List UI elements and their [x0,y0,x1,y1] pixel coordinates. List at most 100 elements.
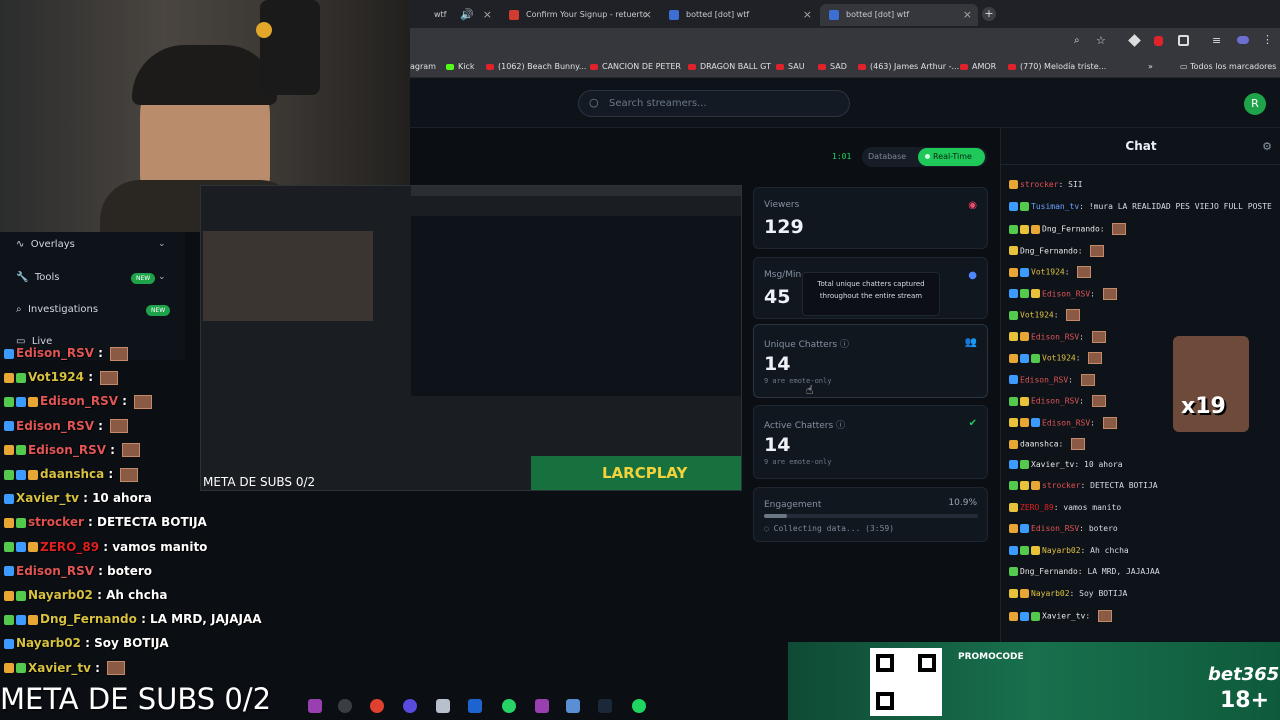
calculator-icon[interactable] [436,699,450,713]
chevron-down-icon[interactable]: ⌄ [158,239,166,249]
app-icon[interactable] [566,699,580,713]
mode-database-button[interactable]: Database [868,152,906,161]
age-rating: 18+ [1220,688,1270,713]
new-tab-button[interactable]: + [982,7,996,21]
chat-username[interactable]: Nayarb02 [1042,546,1081,555]
chat-badge-icon [1009,289,1018,298]
chat-username[interactable]: Edison_RSV [1031,524,1079,533]
chrome-icon[interactable] [370,699,384,713]
chat-username[interactable]: Edison_RSV [1031,332,1079,341]
bookmark-item[interactable]: Kick [446,62,475,71]
chat-username[interactable]: ZERO_89 [1020,503,1054,512]
overlay-text: Ah chcha [106,588,168,602]
bookmark-star-icon[interactable]: ☆ [1096,34,1106,47]
extension-icon[interactable] [1154,36,1163,46]
chat-badge-icon [1020,224,1029,234]
chat-username[interactable]: Nayarb02 [1031,589,1070,598]
zoom-icon[interactable]: ⌕ [1074,35,1080,46]
site-icon [669,10,679,20]
word-icon[interactable] [468,699,482,713]
avatar[interactable]: R [1244,93,1266,115]
bookmark-item[interactable]: AMOR [960,62,996,71]
extensions-icon[interactable] [1178,35,1189,46]
mute-icon[interactable]: 🔊 [460,8,474,21]
chat-separator: : [1064,267,1075,277]
browser-tab-2[interactable]: Confirm Your Signup - retuerto × [500,4,658,26]
media-icon[interactable]: ≡ [1212,34,1221,47]
info-icon[interactable]: ⓘ [836,421,845,431]
chevron-down-icon[interactable]: ⌄ [158,272,166,282]
stream-timer: 1:01 [832,152,852,161]
chat-username[interactable]: Vot1924 [1031,268,1065,277]
profile-icon[interactable] [1237,36,1249,44]
chat-separator: : [1053,310,1064,320]
search-input[interactable]: ○ Search streamers... [578,90,850,117]
spotify-icon[interactable] [632,699,646,713]
menu-icon[interactable]: ⋮ [1262,33,1273,46]
app-icon[interactable] [403,699,417,713]
chevron-right-icon[interactable]: » [1148,62,1153,71]
chat-username[interactable]: Edison_RSV [1031,397,1079,406]
bookmark-item[interactable]: DRAGON BALL GT [688,62,771,71]
gear-icon[interactable]: ⚙ [1262,140,1272,153]
sidebar-item-overlays[interactable]: ∿ Overlays [16,239,75,250]
bookmark-item[interactable]: agram [410,62,436,71]
chat-username[interactable]: Vot1924 [1020,311,1054,320]
info-icon[interactable]: ⓘ [840,340,849,350]
tab-label: Confirm Your Signup - retuerto [526,10,648,19]
bookmark-item[interactable]: (770) Melodía triste... [1008,62,1106,71]
overlay-badge-icon [4,469,14,480]
chat-badge-icon [1009,332,1018,341]
overlay-chat-message: Edison_RSV : [4,443,141,458]
new-badge: NEW [131,273,156,284]
bookmark-item[interactable]: CANCION DE PETER [590,62,681,71]
bookmark-item[interactable]: SAU [776,62,805,71]
new-badge: NEW [146,305,171,316]
chat-username[interactable]: daanshca [1020,440,1059,449]
chat-username[interactable]: strocker [1020,180,1059,189]
browser-tab-4[interactable]: botted [dot] wtf × [820,4,978,26]
chat-username[interactable]: strocker [1042,481,1081,490]
close-icon[interactable]: × [483,8,492,21]
sidebar-item-investigations[interactable]: ⌕ Investigations [16,304,98,315]
chat-message: ZERO_89: vamos manito [1009,502,1121,512]
extension-icon[interactable] [1128,34,1141,47]
whatsapp-icon[interactable] [502,699,516,713]
app-icon[interactable] [535,699,549,713]
overlay-badge-icon [4,348,14,359]
app-icon[interactable] [308,699,322,713]
chat-username[interactable]: Vot1924 [1042,354,1076,363]
preview-meta-subs: META DE SUBS 0/2 [203,475,316,489]
chat-badge-icon [1031,481,1040,490]
chat-username[interactable]: Dng_Fernando [1020,567,1078,576]
browser-tab-3[interactable]: botted [dot] wtf × [660,4,818,26]
chat-username[interactable]: Tusiman_tv [1031,202,1079,211]
overlay-text: botero [107,563,153,578]
close-icon[interactable]: × [963,8,972,21]
close-icon[interactable]: × [803,8,812,21]
obs-icon[interactable] [338,699,352,713]
chat-username[interactable]: Edison_RSV [1042,289,1090,298]
sidebar-item-tools[interactable]: 🔧 Tools [16,272,59,283]
bookmark-item[interactable]: (463) James Arthur -... [858,62,959,71]
chat-username[interactable]: Xavier_tv [1031,460,1074,469]
bookmark-item[interactable]: (1062) Beach Bunny... [486,62,586,71]
browser-tab-1[interactable]: wtf 🔊 × [408,4,498,26]
chat-badge-icon [1020,289,1029,298]
chat-username[interactable]: Edison_RSV [1020,375,1068,384]
bookmark-item[interactable]: SAD [818,62,847,71]
chat-username[interactable]: Edison_RSV [1042,418,1090,427]
overlay-badge-icon [16,517,26,528]
overlay-badge-icon [28,542,38,553]
steam-icon[interactable] [598,699,612,713]
chat-badge-icon [1031,289,1040,298]
chat-separator: : [1090,418,1100,427]
chat-username[interactable]: Dng_Fernando [1020,246,1078,255]
chat-badge-icon [1031,353,1040,363]
chat-username[interactable]: Xavier_tv [1042,612,1085,621]
close-icon[interactable]: × [643,8,652,21]
chat-username[interactable]: Dng_Fernando [1042,225,1100,234]
bookmark-folder[interactable]: ▭ Todos los marcadores [1180,62,1276,71]
mode-realtime-button[interactable]: Real-Time [918,148,985,166]
emote-icon [1102,416,1117,429]
